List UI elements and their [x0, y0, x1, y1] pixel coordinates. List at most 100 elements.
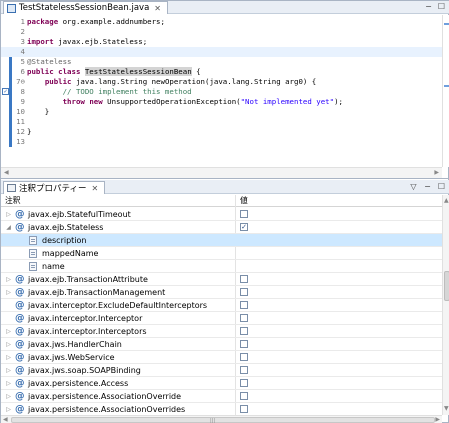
line-number: 10 [16, 107, 25, 116]
value-checkbox[interactable] [240, 340, 248, 348]
code-line[interactable]: 1 package org.example.addnumbers; [1, 17, 442, 27]
value-checkbox[interactable] [240, 210, 248, 218]
editor-tab[interactable]: TestStatelessSessionBean.java ✕ [3, 1, 168, 14]
code-line[interactable]: 10 } [1, 107, 442, 117]
code-text: } [27, 107, 49, 117]
value-checkbox[interactable]: ✓ [240, 223, 248, 231]
code-line[interactable]: 12} [1, 127, 442, 137]
expand-icon[interactable]: ▷ [5, 286, 12, 299]
code-line[interactable]: 7⊖ public java.lang.String newOperation(… [1, 77, 442, 87]
expand-icon[interactable]: ▷ [5, 338, 12, 351]
annotation-properties-tab[interactable]: 注釈プロパティー ✕ [3, 181, 106, 194]
annotation-row[interactable]: ▷ @ javax.interceptor.Interceptors [1, 325, 442, 338]
value-checkbox[interactable] [240, 288, 248, 296]
editor-tab-label: TestStatelessSessionBean.java [19, 3, 150, 13]
view-menu-button[interactable]: ▽ [409, 182, 418, 191]
scroll-right-icon[interactable]: ▶ [435, 416, 440, 423]
minimize-button[interactable]: − [424, 2, 433, 11]
code-line[interactable]: 8 ✓ // TODO implement this method [1, 87, 442, 97]
code-line[interactable]: 6 public class TestStatelessSessionBean { [1, 67, 442, 77]
property-row[interactable]: name [1, 260, 442, 273]
annotation-row[interactable]: ▷ @ javax.persistence.AssociationOverride [1, 390, 442, 403]
value-checkbox[interactable] [240, 405, 248, 413]
column-header-value[interactable]: 値 [240, 195, 248, 207]
value-checkbox[interactable] [240, 327, 248, 335]
scroll-left-icon[interactable]: ◀ [4, 169, 9, 176]
expand-icon[interactable]: ▷ [5, 208, 12, 221]
value-checkbox[interactable] [240, 353, 248, 361]
expand-icon[interactable]: ▷ [5, 364, 12, 377]
annotation-row[interactable]: ▷ @ javax.jws.WebService [1, 351, 442, 364]
scroll-up-icon[interactable]: ▲ [444, 197, 449, 204]
close-view-icon[interactable]: ✕ [92, 184, 99, 193]
annotation-row[interactable]: ▷ @ javax.jws.HandlerChain [1, 338, 442, 351]
line-number: 4 [20, 47, 25, 56]
code-line[interactable]: 13 [1, 137, 442, 147]
close-tab-icon[interactable]: ✕ [154, 4, 161, 13]
annotation-row[interactable]: ◢ @ javax.ejb.Stateless ✓ [1, 221, 442, 234]
annotation-name: javax.persistence.Access [28, 379, 129, 388]
annotation-row[interactable]: ▷ @ javax.jws.soap.SOAPBinding [1, 364, 442, 377]
line-number: 1 [20, 17, 25, 26]
code-line[interactable]: 5 @Stateless [1, 57, 442, 67]
value-checkbox[interactable] [240, 379, 248, 387]
code-line[interactable]: 11 [1, 117, 442, 127]
code-area[interactable]: 1 package org.example.addnumbers; 2 3 import… [1, 15, 442, 167]
value-checkbox[interactable] [240, 314, 248, 322]
expand-icon[interactable]: ▷ [5, 351, 12, 364]
property-row[interactable]: description [1, 234, 442, 247]
annotation-row[interactable]: ▷ @ javax.ejb.TransactionManagement [1, 286, 442, 299]
expand-icon[interactable]: ▷ [5, 403, 12, 415]
task-marker-icon[interactable]: ✓ [2, 88, 9, 95]
scroll-right-icon[interactable]: ▶ [434, 169, 439, 176]
code-line[interactable]: 4 [1, 47, 442, 57]
view-window-controls: ▽ − ☐ [409, 182, 446, 191]
annotation-properties-view: 注釈プロパティー ✕ ▽ − ☐ 注釈 値 ▷ @ javax.ejb.Statef… [1, 180, 449, 423]
code-line[interactable]: 3 import javax.ejb.Stateless; [1, 37, 442, 47]
column-header-annotation[interactable]: 注釈 [5, 195, 21, 207]
code-text: import javax.ejb.Stateless; [27, 37, 147, 47]
value-checkbox[interactable] [240, 366, 248, 374]
maximize-view-button[interactable]: ☐ [437, 182, 446, 191]
minimize-view-button[interactable]: − [423, 182, 432, 191]
horizontal-scroll-thumb[interactable]: ||| [11, 417, 435, 423]
code-line[interactable]: 2 [1, 27, 442, 37]
expand-icon[interactable]: ▷ [5, 325, 12, 338]
code-text: throw new UnsupportedOperationException(… [27, 97, 343, 107]
annotation-row[interactable]: ▷ @ javax.ejb.StatefulTimeout [1, 208, 442, 221]
view-horizontal-scrollbar[interactable]: ◀ ||| ▶ [1, 415, 442, 423]
grip-icon: ||| [210, 418, 216, 423]
property-row[interactable]: mappedName [1, 247, 442, 260]
code-line[interactable]: 9 throw new UnsupportedOperationExceptio… [1, 97, 442, 107]
overview-ruler[interactable] [442, 15, 449, 167]
annotation-row[interactable]: @ javax.interceptor.Interceptor [1, 312, 442, 325]
collapse-icon[interactable]: ◢ [5, 221, 12, 234]
annotation-row[interactable]: ▷ @ javax.ejb.TransactionAttribute [1, 273, 442, 286]
value-checkbox[interactable] [240, 275, 248, 283]
expand-icon[interactable]: ▷ [5, 390, 12, 403]
value-checkbox[interactable] [240, 392, 248, 400]
vertical-scroll-thumb[interactable] [444, 271, 449, 301]
annotation-icon: @ [15, 352, 25, 363]
annotation-icon: @ [15, 339, 25, 350]
annotation-row[interactable]: ▷ @ javax.persistence.AssociationOverrides [1, 403, 442, 415]
code-token: ); [334, 97, 343, 106]
code-text: public class TestStatelessSessionBean { [27, 67, 201, 77]
maximize-button[interactable]: ☐ [437, 2, 446, 11]
editor-horizontal-scrollbar[interactable]: ◀ ▶ [1, 167, 442, 178]
view-vertical-scrollbar[interactable]: ▲ ▼ [442, 195, 449, 415]
scroll-down-icon[interactable]: ▼ [444, 405, 449, 412]
line-number: 7⊖ [16, 77, 25, 86]
value-checkbox[interactable] [240, 301, 248, 309]
ruler-marker[interactable] [444, 85, 449, 87]
property-name: mappedName [42, 249, 99, 258]
code-token: UnsupportedOperationException( [102, 97, 241, 106]
annotation-row[interactable]: ▷ @ javax.persistence.Access [1, 377, 442, 390]
ruler-marker[interactable] [444, 23, 449, 25]
annotation-name: javax.jws.HandlerChain [28, 340, 122, 349]
expand-icon[interactable]: ▷ [5, 273, 12, 286]
annotation-row[interactable]: @ javax.interceptor.ExcludeDefaultInterce… [1, 299, 442, 312]
scroll-left-icon[interactable]: ◀ [3, 416, 8, 423]
annotation-token: @Stateless [27, 57, 72, 66]
expand-icon[interactable]: ▷ [5, 377, 12, 390]
